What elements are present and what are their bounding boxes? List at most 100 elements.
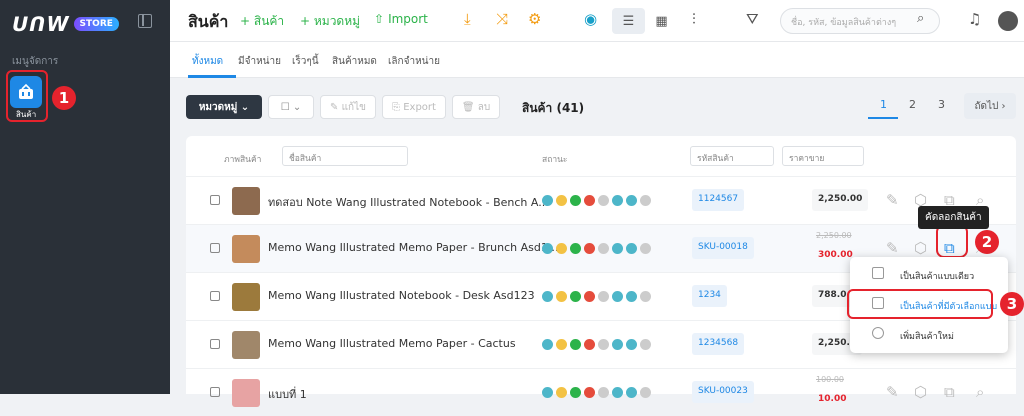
tab-discontinued[interactable]: เลิกจำหน่าย (388, 54, 440, 69)
status-dot-icon[interactable] (542, 291, 553, 302)
product-name[interactable]: แบบที่ 1 (268, 385, 307, 403)
status-dot-icon[interactable] (584, 243, 595, 254)
table-row[interactable]: ทดสอบ Note Wang Illustrated Notebook - B… (186, 176, 1016, 224)
status-dot-icon[interactable] (570, 387, 581, 398)
status-dot-icon[interactable] (570, 339, 581, 350)
export-button[interactable]: ⎘ Export (382, 95, 446, 119)
copy-as-single-option[interactable]: เป็นสินค้าแบบเดียว (850, 259, 1008, 289)
product-thumbnail[interactable] (232, 187, 260, 215)
sku-badge[interactable]: SKU-00023 (692, 381, 754, 403)
status-dot-icon[interactable] (598, 339, 609, 350)
price-filter-input[interactable]: ราคาขาย (782, 146, 864, 166)
status-dot-icon[interactable] (584, 387, 595, 398)
status-dot-icon[interactable] (598, 387, 609, 398)
status-dot-icon[interactable] (542, 195, 553, 206)
status-dot-icon[interactable] (570, 195, 581, 206)
product-name[interactable]: Memo Wang Illustrated Memo Paper - Cactu… (268, 337, 516, 350)
avatar[interactable] (998, 11, 1018, 31)
status-dot-icon[interactable] (584, 339, 595, 350)
status-dot-icon[interactable] (584, 195, 595, 206)
status-dot-icon[interactable] (542, 387, 553, 398)
row-checkbox[interactable] (210, 243, 220, 253)
status-dot-icon[interactable] (598, 291, 609, 302)
import-button[interactable]: ⇧ Import (374, 12, 428, 26)
product-name[interactable]: Memo Wang Illustrated Notebook - Desk As… (268, 289, 535, 302)
row-checkbox[interactable] (210, 291, 220, 301)
product-thumbnail[interactable] (232, 283, 260, 311)
sidebar-collapse-icon[interactable] (138, 14, 152, 28)
sku-badge[interactable]: SKU-00018 (692, 237, 754, 259)
product-thumbnail[interactable] (232, 379, 260, 407)
tab-all[interactable]: ทั้งหมด (192, 54, 223, 69)
search-icon[interactable]: ⌕ (976, 383, 984, 401)
status-dot-icon[interactable] (640, 243, 651, 254)
pencil-icon[interactable]: ✎ (886, 239, 899, 257)
status-dot-icon[interactable] (612, 291, 623, 302)
select-all-dropdown[interactable]: ☐ ⌄ (268, 95, 314, 119)
filter-icon[interactable]: ⛛ (746, 10, 759, 28)
tab-available[interactable]: มีจำหน่าย (238, 54, 281, 69)
search-icon[interactable]: ⌕ (917, 11, 924, 26)
status-dot-icon[interactable] (542, 339, 553, 350)
row-checkbox[interactable] (210, 387, 220, 397)
status-dot-icon[interactable] (626, 387, 637, 398)
status-dot-icon[interactable] (556, 195, 567, 206)
row-checkbox[interactable] (210, 195, 220, 205)
add-new-product-option[interactable]: เพิ่มสินค้าใหม่ (850, 319, 1008, 349)
next-page-button[interactable]: ถัดไป › (964, 93, 1016, 119)
status-dot-icon[interactable] (626, 243, 637, 254)
delete-button[interactable]: 🗑 ลบ (452, 95, 500, 119)
status-dot-icon[interactable] (598, 195, 609, 206)
pencil-icon[interactable]: ✎ (886, 191, 899, 209)
status-dot-icon[interactable] (612, 387, 623, 398)
status-dot-icon[interactable] (640, 291, 651, 302)
table-row[interactable]: แบบที่ 1 SKU-00023 100.00 10.00 ✎ ⬡ ⧉ ⌕ (186, 368, 1016, 416)
status-dot-icon[interactable] (556, 291, 567, 302)
search-input[interactable]: ชื่อ, รหัส, ข้อมูลสินค้าต่างๆ (780, 8, 940, 34)
status-dot-icon[interactable] (640, 339, 651, 350)
status-dot-icon[interactable] (570, 291, 581, 302)
page-3[interactable]: 3 (938, 98, 945, 111)
category-dropdown-button[interactable]: หมวดหมู่ ⌄ (186, 95, 262, 119)
name-filter-input[interactable]: ชื่อสินค้า (282, 146, 408, 166)
status-dot-icon[interactable] (640, 387, 651, 398)
sku-badge[interactable]: 1234 (692, 285, 727, 307)
edit-button[interactable]: ✎ แก้ไข (320, 95, 376, 119)
status-dot-icon[interactable] (612, 339, 623, 350)
tab-out-of-stock[interactable]: สินค้าหมด (332, 54, 377, 69)
logo[interactable]: ᑌᑎW STORE (12, 12, 119, 36)
status-dot-icon[interactable] (640, 195, 651, 206)
add-category-button[interactable]: + หมวดหมู่ (300, 12, 360, 31)
download-icon[interactable]: ⤓ (464, 10, 471, 28)
status-dot-icon[interactable] (598, 243, 609, 254)
status-dot-icon[interactable] (542, 243, 553, 254)
pencil-icon[interactable]: ✎ (886, 383, 899, 401)
status-dot-icon[interactable] (556, 387, 567, 398)
status-dot-icon[interactable] (556, 243, 567, 254)
box-icon[interactable]: ⬡ (914, 239, 927, 257)
product-thumbnail[interactable] (232, 235, 260, 263)
status-dot-icon[interactable] (626, 195, 637, 206)
shuffle-icon[interactable]: ⤨ (496, 10, 508, 28)
add-product-button[interactable]: + สินค้า (240, 12, 284, 31)
tab-coming-soon[interactable]: เร็วๆนี้ (292, 54, 319, 69)
status-dot-icon[interactable] (612, 243, 623, 254)
page-2[interactable]: 2 (909, 98, 916, 111)
status-dot-icon[interactable] (626, 339, 637, 350)
eye-icon[interactable]: ◉ (584, 10, 597, 28)
status-dot-icon[interactable] (570, 243, 581, 254)
list-view-icon[interactable]: ☰ (612, 8, 645, 34)
sku-filter-input[interactable]: รหัสสินค้า (690, 146, 774, 166)
gear-icon[interactable]: ⚙ (528, 10, 541, 28)
page-1[interactable]: 1 (880, 98, 887, 111)
status-dot-icon[interactable] (626, 291, 637, 302)
status-dot-icon[interactable] (584, 291, 595, 302)
product-name[interactable]: ทดสอบ Note Wang Illustrated Notebook - B… (268, 193, 549, 211)
status-dot-icon[interactable] (556, 339, 567, 350)
bell-icon[interactable]: ♫ (968, 10, 981, 28)
sku-badge[interactable]: 1234568 (692, 333, 745, 355)
box-icon[interactable]: ⬡ (914, 383, 927, 401)
row-checkbox[interactable] (210, 339, 220, 349)
sliders-icon[interactable]: ⫶ (692, 10, 696, 28)
copy-icon[interactable]: ⧉ (944, 383, 955, 401)
